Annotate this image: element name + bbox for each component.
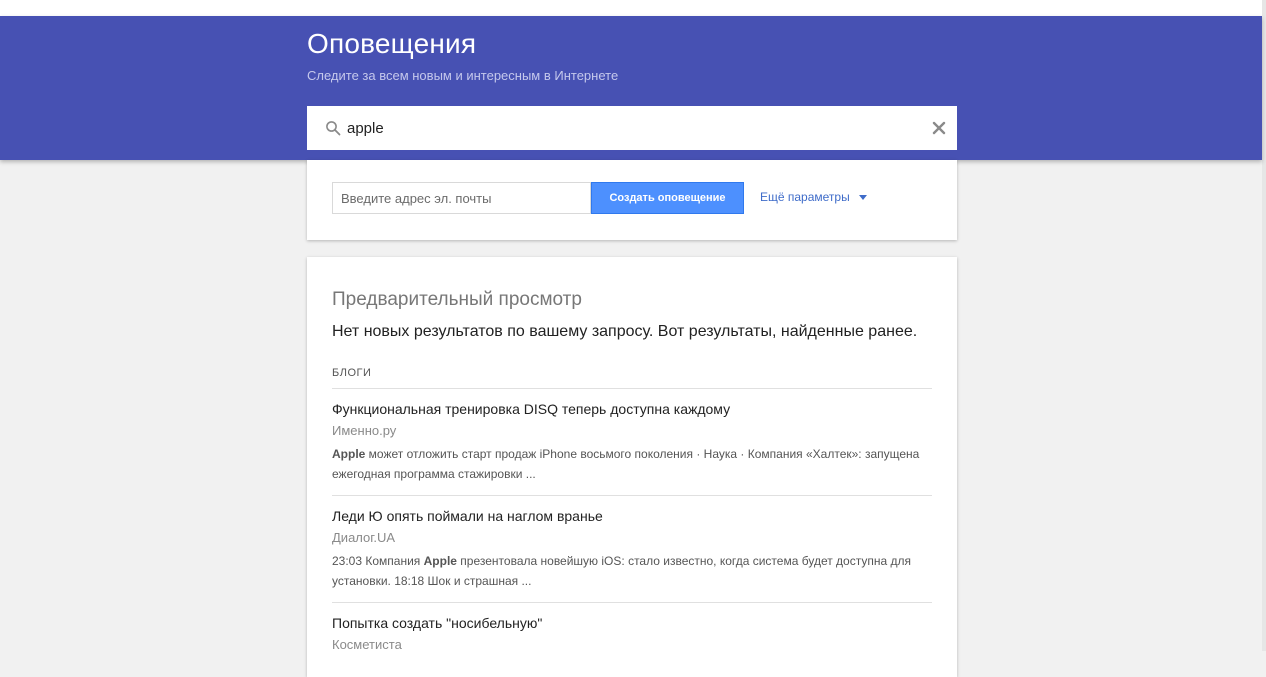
top-bar xyxy=(0,0,1266,16)
page-title: Оповещения xyxy=(307,28,477,59)
page-subtitle: Следите за всем новым и интересным в Инт… xyxy=(307,68,619,83)
create-alert-button[interactable]: Создать оповещение xyxy=(591,182,744,214)
email-field[interactable] xyxy=(332,182,591,214)
caret-down-icon xyxy=(858,195,867,200)
result-source: Именно.ру xyxy=(332,423,397,438)
close-icon[interactable] xyxy=(929,118,949,138)
result-title-link[interactable]: Леди Ю опять поймали на наглом вранье xyxy=(332,507,932,525)
result-snippet: Apple может отложить старт продаж iPhone… xyxy=(332,447,920,481)
divider xyxy=(332,388,932,389)
search-box[interactable] xyxy=(307,106,957,150)
result-snippet: 23:03 Компания Apple презентовала новейш… xyxy=(332,554,911,588)
result-source: Диалог.UA xyxy=(332,530,396,545)
more-options-label: Ещё параметры xyxy=(760,190,850,204)
result-title-link[interactable]: Функциональная тренировка DISQ теперь до… xyxy=(332,400,932,418)
preview-card: Предварительный просмотр Нет новых резул… xyxy=(307,257,957,677)
result-source: Косметиста xyxy=(332,637,402,652)
result-item: Леди Ю опять поймали на наглом вранье Ди… xyxy=(332,507,932,591)
result-title-link[interactable]: Попытка создать "носибельную" xyxy=(332,614,932,632)
divider xyxy=(332,495,932,496)
search-icon xyxy=(326,121,341,136)
more-options-link[interactable]: Ещё параметры xyxy=(760,190,867,204)
preview-title: Предварительный просмотр xyxy=(332,289,582,310)
search-input[interactable] xyxy=(347,116,907,140)
result-item: Функциональная тренировка DISQ теперь до… xyxy=(332,400,932,484)
create-alert-card: Создать оповещение Ещё параметры xyxy=(307,160,957,240)
preview-message: Нет новых результатов по вашему запросу.… xyxy=(332,323,918,340)
divider xyxy=(332,602,932,603)
scrollbar[interactable] xyxy=(1262,0,1266,651)
result-item: Попытка создать "носибельную" Косметиста xyxy=(332,614,932,654)
section-label-blogs: БЛОГИ xyxy=(332,367,372,379)
